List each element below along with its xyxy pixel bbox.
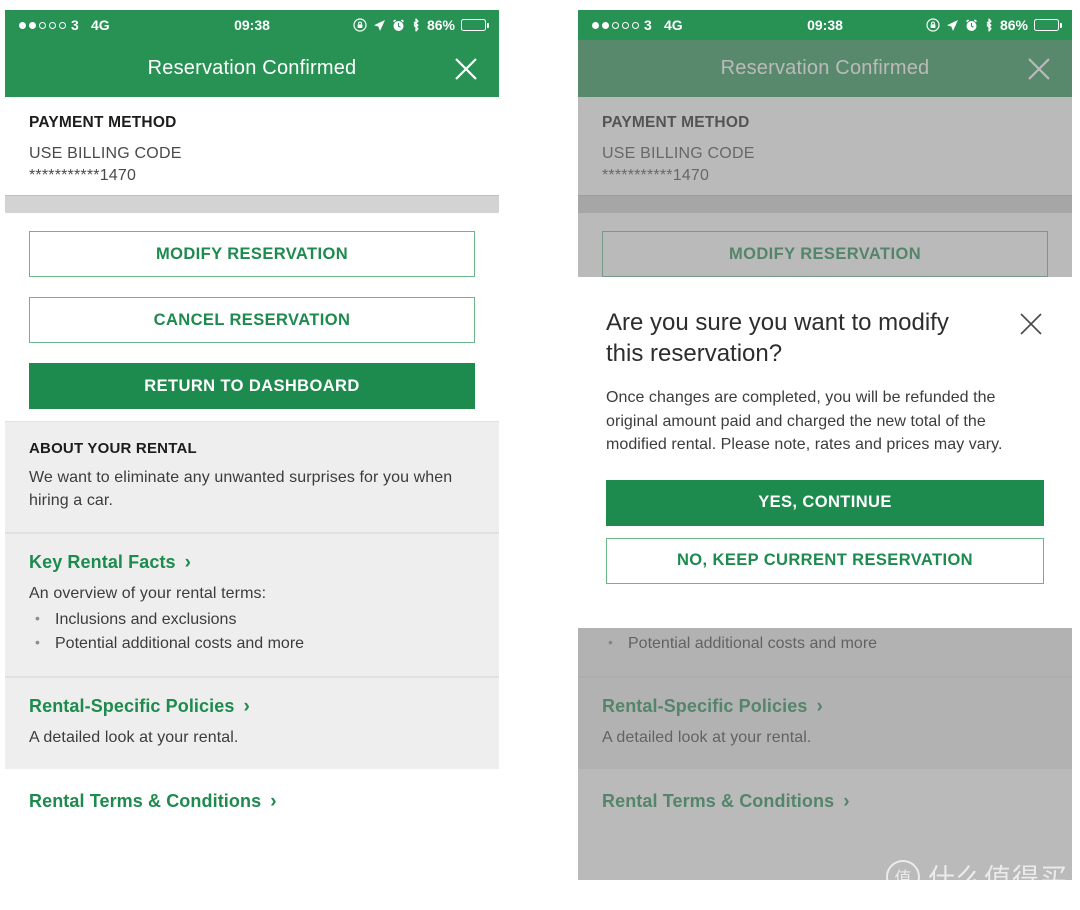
return-to-dashboard-button[interactable]: RETURN TO DASHBOARD	[29, 363, 475, 409]
dialog-body-text: Once changes are completed, you will be …	[606, 389, 1003, 453]
dialog-actions: YES, CONTINUE NO, KEEP CURRENT RESERVATI…	[606, 479, 1044, 584]
key-rental-facts-label: Key Rental Facts	[29, 552, 176, 573]
chevron-right-icon: ›	[270, 791, 277, 813]
watermark: 值 什么值得买	[886, 857, 1068, 896]
phone-screen-right: 3 4G 09:38 86% Reservation Confirmed PAY…	[578, 10, 1072, 900]
page-title: Reservation Confirmed	[720, 57, 930, 79]
rental-terms-link[interactable]: Rental Terms & Conditions ›	[602, 791, 1048, 812]
payment-method-value: USE BILLING CODE	[602, 145, 755, 162]
status-bar: 3 4G 09:38 86%	[578, 10, 1072, 40]
watermark-text: 什么值得买	[928, 864, 1068, 895]
dialog-header: Are you sure you want to modify this res…	[606, 307, 1044, 369]
rental-terms-label: Rental Terms & Conditions	[602, 791, 835, 812]
payment-method-section: PAYMENT METHOD USE BILLING CODE ********…	[578, 97, 1072, 195]
payment-card-masked: ***********1470	[602, 167, 710, 184]
rental-terms-label: Rental Terms & Conditions	[29, 791, 262, 812]
payment-method-value: USE BILLING CODE	[29, 145, 182, 162]
rental-specific-policies-section: Rental-Specific Policies › A detailed lo…	[5, 676, 499, 770]
about-your-rental-section: ABOUT YOUR RENTAL We want to eliminate a…	[5, 421, 499, 533]
list-item: Potential additional costs and more	[29, 632, 475, 656]
close-icon[interactable]	[1018, 311, 1044, 337]
section-divider	[578, 195, 1072, 213]
about-text: We want to eliminate any unwanted surpri…	[29, 469, 453, 509]
list-item: Inclusions and exclusions	[29, 608, 475, 632]
chevron-right-icon: ›	[816, 695, 823, 717]
modify-reservation-button[interactable]: MODIFY RESERVATION	[602, 231, 1048, 277]
payment-method-section: PAYMENT METHOD USE BILLING CODE ********…	[5, 97, 499, 195]
payment-card-masked: ***********1470	[29, 167, 137, 184]
about-heading: ABOUT YOUR RENTAL	[29, 440, 197, 457]
watermark-logo-icon: 值	[886, 859, 920, 894]
modify-reservation-button[interactable]: MODIFY RESERVATION	[29, 231, 475, 277]
rental-specific-policies-section: Rental-Specific Policies › A detailed lo…	[578, 676, 1072, 770]
chevron-right-icon: ›	[243, 695, 250, 717]
status-bar: 3 4G 09:38 86%	[5, 10, 499, 40]
modify-confirmation-dialog: Are you sure you want to modify this res…	[578, 277, 1072, 628]
rental-specific-policies-text: A detailed look at your rental.	[602, 728, 812, 746]
payment-method-heading: PAYMENT METHOD	[602, 114, 750, 131]
close-icon[interactable]	[1024, 54, 1054, 84]
dialog-title: Are you sure you want to modify this res…	[606, 309, 949, 368]
rental-terms-section: Rental Terms & Conditions ›	[5, 769, 499, 837]
rental-specific-policies-link[interactable]: Rental-Specific Policies ›	[602, 696, 1048, 717]
list-item: Potential additional costs and more	[602, 632, 1048, 656]
cancel-reservation-button[interactable]: CANCEL RESERVATION	[29, 297, 475, 343]
rental-specific-policies-link[interactable]: Rental-Specific Policies ›	[29, 696, 475, 717]
chevron-right-icon: ›	[843, 791, 850, 813]
navigation-bar: Reservation Confirmed	[5, 40, 499, 97]
reservation-actions: MODIFY RESERVATION CANCEL RESERVATION RE…	[5, 213, 499, 421]
key-rental-facts-link[interactable]: Key Rental Facts ›	[29, 552, 475, 573]
key-rental-facts-intro: An overview of your rental terms:	[29, 585, 267, 603]
rental-terms-link[interactable]: Rental Terms & Conditions ›	[29, 791, 475, 812]
page-title: Reservation Confirmed	[147, 57, 357, 79]
rental-specific-policies-label: Rental-Specific Policies	[29, 695, 235, 716]
close-icon[interactable]	[451, 54, 481, 84]
payment-method-heading: PAYMENT METHOD	[29, 114, 177, 131]
status-bar-clock: 09:38	[234, 17, 270, 33]
chevron-right-icon: ›	[184, 552, 192, 574]
key-rental-facts-list: Inclusions and exclusions Potential addi…	[29, 608, 475, 655]
rental-terms-section: Rental Terms & Conditions ›	[578, 769, 1072, 837]
yes-continue-button[interactable]: YES, CONTINUE	[606, 479, 1044, 526]
no-keep-current-reservation-button[interactable]: NO, KEEP CURRENT RESERVATION	[606, 537, 1044, 584]
rental-specific-policies-label: Rental-Specific Policies	[602, 695, 808, 716]
key-rental-facts-section: Key Rental Facts › An overview of your r…	[5, 533, 499, 676]
section-divider	[5, 195, 499, 213]
rental-specific-policies-text: A detailed look at your rental.	[29, 728, 239, 746]
phone-screen-left: 3 4G 09:38 86% Reservation Confirmed PAY…	[5, 10, 499, 900]
navigation-bar: Reservation Confirmed	[578, 40, 1072, 97]
status-bar-clock: 09:38	[807, 17, 843, 33]
